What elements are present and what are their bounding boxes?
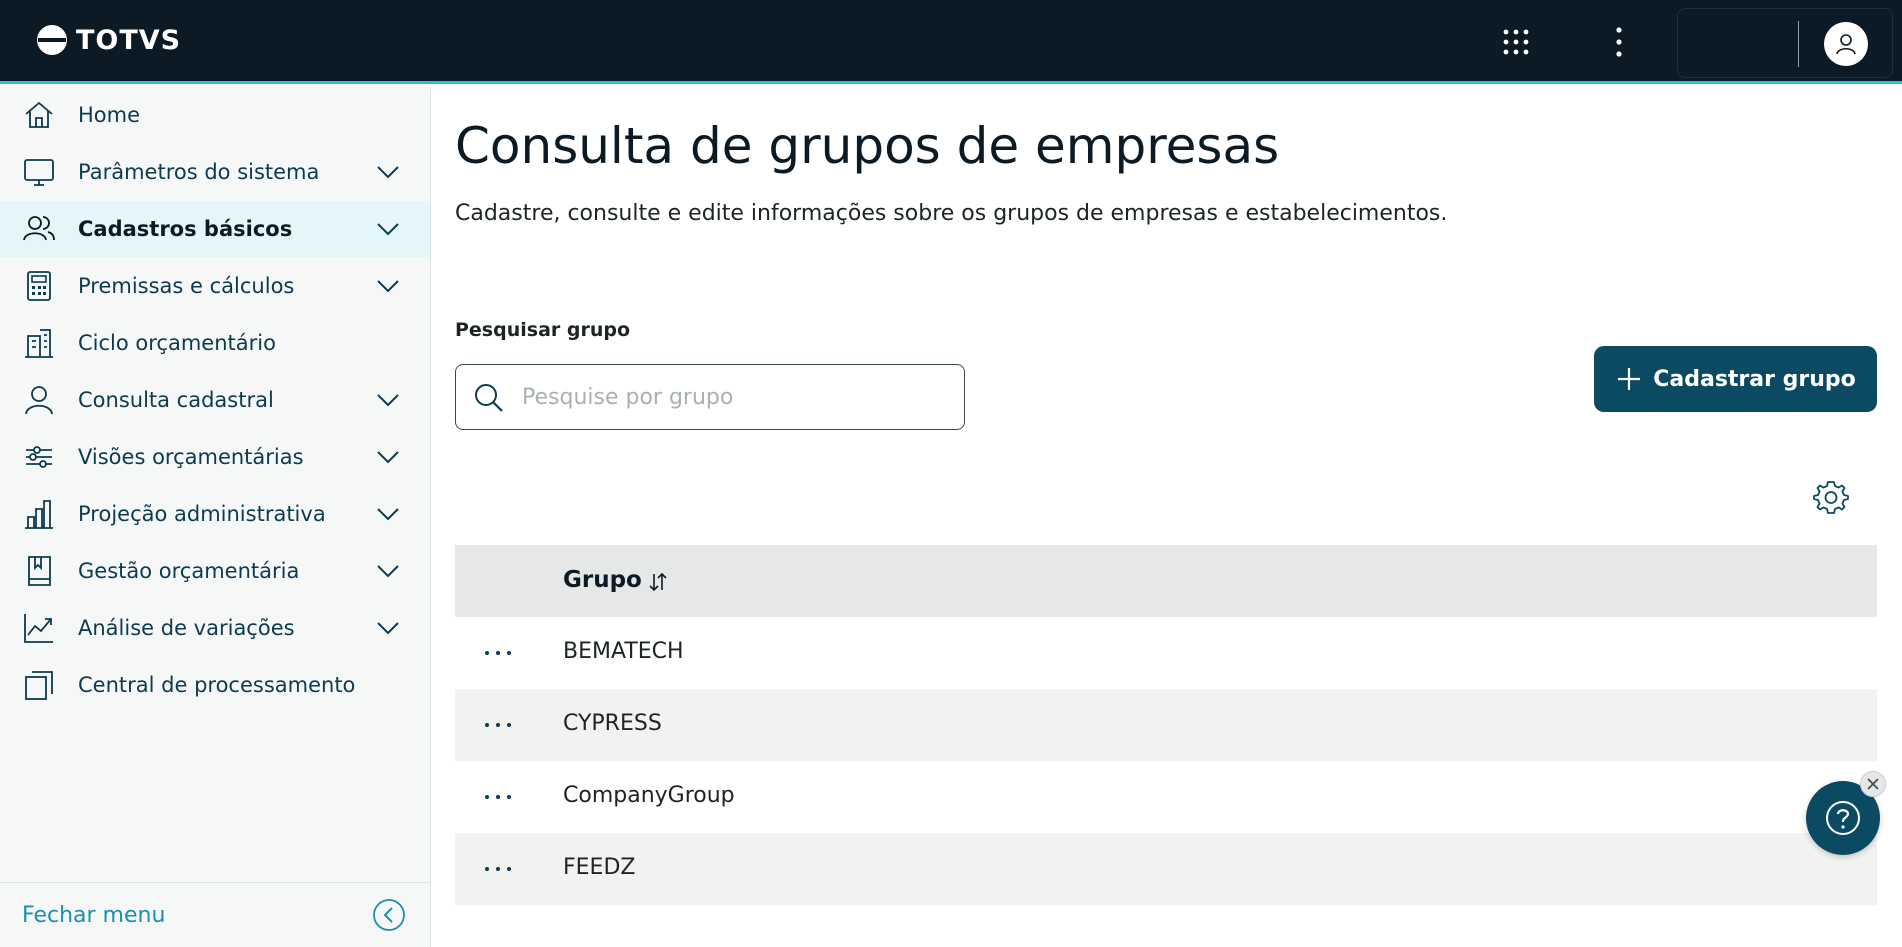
totvs-logo[interactable]: TOTVS — [36, 24, 181, 56]
more-horizontal-icon[interactable] — [481, 783, 515, 811]
sidebar-item-label: Cadastros básicos — [78, 217, 293, 241]
more-horizontal-icon[interactable] — [481, 855, 515, 883]
chevron-down-icon[interactable] — [374, 386, 402, 414]
more-horizontal-icon[interactable] — [481, 711, 515, 739]
sidebar-item-consulta[interactable]: Consulta cadastral — [0, 372, 430, 428]
building-icon — [25, 329, 53, 358]
sidebar-item-label: Parâmetros do sistema — [78, 160, 320, 184]
sidebar-item-label: Projeção administrativa — [78, 502, 326, 526]
sliders-icon — [26, 446, 52, 468]
sidebar-item-label: Gestão orçamentária — [78, 559, 300, 583]
page-description: Cadastre, consulte e edite informações s… — [455, 201, 1448, 226]
main-content: Consulta de grupos de empresas Cadastre,… — [431, 87, 1902, 947]
chevron-down-icon[interactable] — [374, 500, 402, 528]
top-bar: TOTVS — [0, 0, 1902, 84]
avatar[interactable] — [1824, 22, 1868, 66]
close-icon — [1867, 778, 1879, 790]
chevron-down-icon[interactable] — [374, 557, 402, 585]
table-cell-grupo: CYPRESS — [563, 711, 662, 736]
close-menu-link[interactable]: Fechar menu — [22, 903, 165, 928]
add-group-button[interactable]: Cadastrar grupo — [1594, 346, 1877, 412]
sidebar: Home Parâmetros do sistema Cadastros bás… — [0, 87, 431, 947]
groups-table: Grupo BEMATECH CYPRESS CompanyGroup FEED… — [455, 545, 1877, 905]
table-row[interactable]: CYPRESS — [455, 689, 1877, 761]
chevron-down-icon[interactable] — [374, 215, 402, 243]
profile-area[interactable] — [1677, 8, 1893, 78]
sidebar-item-ciclo[interactable]: Ciclo orçamentário — [0, 315, 430, 371]
help-icon — [1826, 801, 1860, 835]
chevron-left-circle-icon[interactable] — [372, 898, 406, 932]
totvs-logo-icon — [37, 25, 67, 55]
monitor-icon — [24, 159, 54, 186]
table-row[interactable]: BEMATECH — [455, 617, 1877, 689]
chevron-down-icon[interactable] — [374, 158, 402, 186]
chevron-down-icon[interactable] — [374, 614, 402, 642]
gear-icon[interactable] — [1813, 479, 1849, 515]
search-icon — [475, 384, 503, 412]
calculator-icon — [27, 271, 51, 301]
sidebar-item-analise[interactable]: Análise de variações — [0, 600, 430, 656]
table-row[interactable]: FEEDZ — [455, 833, 1877, 905]
chevron-down-icon[interactable] — [374, 443, 402, 471]
book-icon — [28, 556, 51, 586]
chevron-down-icon[interactable] — [374, 272, 402, 300]
sidebar-item-gestao[interactable]: Gestão orçamentária — [0, 543, 430, 599]
sort-icon[interactable] — [647, 571, 669, 593]
sidebar-item-label: Premissas e cálculos — [78, 274, 295, 298]
sidebar-footer: Fechar menu — [0, 882, 430, 947]
sidebar-item-label: Consulta cadastral — [78, 388, 274, 412]
home-icon — [25, 101, 53, 128]
sidebar-item-central[interactable]: Central de processamento — [0, 657, 430, 713]
brand-name: TOTVS — [76, 24, 182, 56]
copy-icon — [25, 671, 53, 700]
user-icon — [25, 386, 53, 415]
page-title: Consulta de grupos de empresas — [455, 117, 1280, 175]
user-avatar-icon — [1836, 34, 1856, 55]
add-group-button-label: Cadastrar grupo — [1653, 366, 1856, 392]
sidebar-item-cadastros[interactable]: Cadastros básicos — [0, 201, 430, 257]
sidebar-item-home[interactable]: Home — [0, 87, 430, 143]
sidebar-item-label: Home — [78, 103, 141, 127]
sidebar-item-label: Central de processamento — [78, 673, 356, 697]
table-cell-grupo: CompanyGroup — [563, 783, 735, 808]
more-vertical-icon[interactable] — [1604, 24, 1634, 60]
sidebar-item-label: Visões orçamentárias — [78, 445, 304, 469]
sidebar-item-projecao[interactable]: Projeção administrativa — [0, 486, 430, 542]
table-header: Grupo — [455, 545, 1877, 617]
sidebar-item-label: Ciclo orçamentário — [78, 331, 276, 355]
users-icon — [23, 216, 55, 241]
sidebar-item-visoes[interactable]: Visões orçamentárias — [0, 429, 430, 485]
profile-divider — [1798, 21, 1799, 67]
bar-chart-icon — [25, 500, 53, 529]
more-horizontal-icon[interactable] — [481, 639, 515, 667]
search-input[interactable] — [522, 375, 942, 419]
column-header-grupo[interactable]: Grupo — [563, 567, 642, 593]
search-field[interactable] — [455, 364, 965, 430]
table-cell-grupo: BEMATECH — [563, 639, 684, 664]
sidebar-item-parametros[interactable]: Parâmetros do sistema — [0, 144, 430, 200]
apps-grid-icon[interactable] — [1500, 26, 1532, 58]
line-chart-icon — [24, 614, 53, 643]
plus-icon — [1618, 368, 1641, 390]
help-close-button[interactable] — [1860, 771, 1886, 797]
table-cell-grupo: FEEDZ — [563, 855, 636, 880]
search-label: Pesquisar grupo — [455, 319, 631, 341]
sidebar-item-label: Análise de variações — [78, 616, 295, 640]
sidebar-item-premissas[interactable]: Premissas e cálculos — [0, 258, 430, 314]
table-row[interactable]: CompanyGroup — [455, 761, 1877, 833]
